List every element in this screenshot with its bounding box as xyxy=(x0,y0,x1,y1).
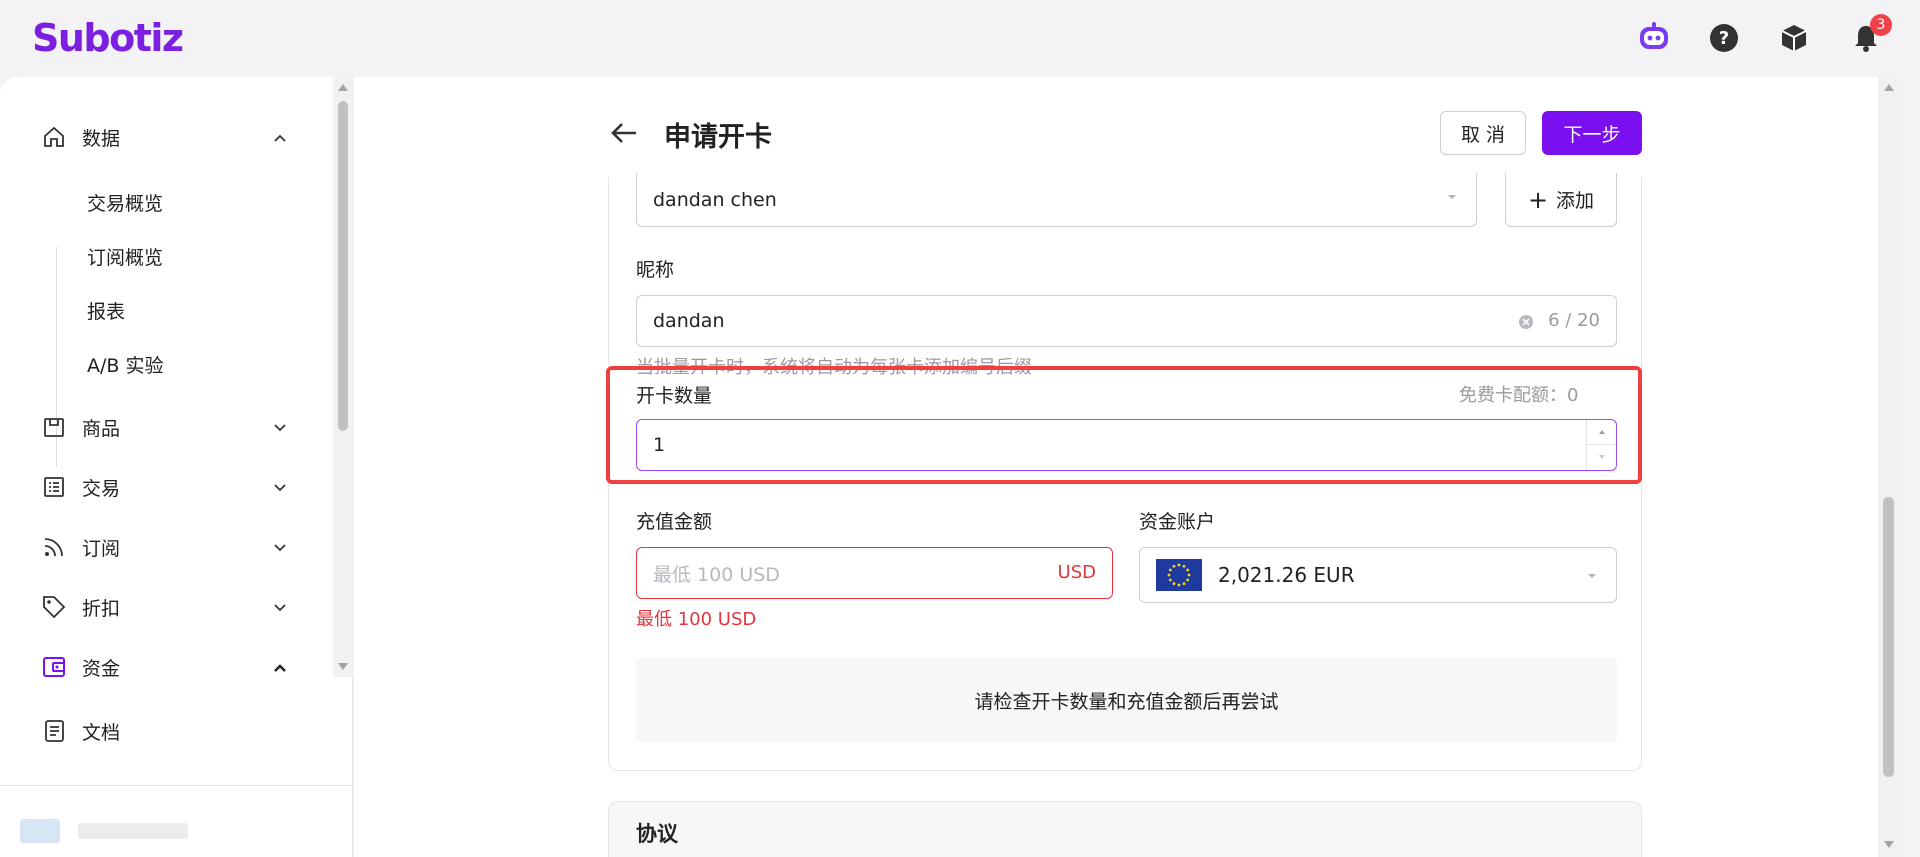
currency-suffix: USD xyxy=(1057,562,1096,583)
sidebar-item-transactions[interactable]: 交易 xyxy=(40,467,300,507)
avatar[interactable] xyxy=(20,819,60,843)
sidebar-footer-divider xyxy=(0,785,353,786)
sidebar-item-label: 文档 xyxy=(82,721,121,744)
nickname-label: 昵称 xyxy=(636,259,675,281)
chevron-down-icon xyxy=(272,479,288,501)
sidebar-item-data[interactable]: 数据 xyxy=(40,117,300,157)
nickname-hint: 当批量开卡时，系统将自动为每张卡添加编号后缀 xyxy=(636,357,1032,378)
home-icon xyxy=(40,123,68,151)
sidebar-item-label: 折扣 xyxy=(82,597,121,620)
sidebar-item-products[interactable]: 商品 xyxy=(40,407,300,447)
cardholder-value: dandan chen xyxy=(653,188,777,211)
card-quantity-input[interactable]: 1 xyxy=(636,419,1617,471)
fund-account-balance: 2,021.26 EUR xyxy=(1218,563,1355,587)
sidebar-item-label: 数据 xyxy=(82,127,121,150)
topup-amount-placeholder: 最低 100 USD xyxy=(653,563,780,586)
nickname-value: dandan xyxy=(653,310,725,332)
back-arrow-icon[interactable] xyxy=(608,117,640,153)
sidebar-item-discounts[interactable]: 折扣 xyxy=(40,587,300,627)
assistant-bot-icon[interactable] xyxy=(1636,20,1672,56)
sidebar-item-subscriptions[interactable]: 订阅 xyxy=(40,527,300,567)
increment-button[interactable] xyxy=(1587,420,1616,445)
fund-account-select[interactable]: 2,021.26 EUR xyxy=(1139,547,1617,603)
scroll-down-arrow-icon[interactable] xyxy=(337,661,349,673)
document-icon xyxy=(40,717,68,745)
sidebar-item-label: 交易 xyxy=(82,477,121,500)
sidebar-subitem-transaction-overview[interactable]: 交易概览 xyxy=(87,189,163,216)
fund-account-label: 资金账户 xyxy=(1139,511,1216,533)
scroll-up-arrow-icon[interactable] xyxy=(1883,81,1895,93)
notification-bell-icon[interactable]: 3 xyxy=(1848,14,1892,56)
sidebar-item-label: 订阅 xyxy=(82,537,121,560)
card-quantity-value: 1 xyxy=(653,434,666,456)
sidebar: 数据 交易概览 订阅概览 报表 A/B 实验 商品 交易 订阅 折扣 资金 文档 xyxy=(0,77,353,857)
topup-amount-input[interactable]: 最低 100 USD USD xyxy=(636,547,1113,599)
card-application-form: dandan chen + 添加 昵称 dandan 6 / 20 当批量开卡时… xyxy=(608,173,1642,771)
caret-down-icon xyxy=(1588,574,1596,578)
agreement-section: 协议 xyxy=(608,801,1642,857)
caret-down-icon xyxy=(1598,455,1605,459)
free-card-quota: 免费卡配额：0 xyxy=(1459,385,1579,406)
page-title: 申请开卡 xyxy=(664,122,772,153)
wallet-icon xyxy=(40,653,68,681)
chevron-down-icon xyxy=(272,599,288,621)
top-bar: Subotiz ? 3 xyxy=(0,0,1920,77)
validation-notice: 请检查开卡数量和充值金额后再尝试 xyxy=(636,657,1617,743)
list-icon xyxy=(40,473,68,501)
cancel-button[interactable]: 取 消 xyxy=(1440,111,1526,155)
sidebar-subitem-ab-test[interactable]: A/B 实验 xyxy=(87,351,163,378)
quantity-stepper[interactable] xyxy=(1586,420,1616,470)
nickname-char-count: 6 / 20 xyxy=(1548,310,1600,331)
app-logo[interactable]: Subotiz xyxy=(32,16,184,60)
tag-icon xyxy=(40,593,68,621)
decrement-button[interactable] xyxy=(1587,445,1616,469)
scroll-up-arrow-icon[interactable] xyxy=(337,81,349,93)
rss-icon xyxy=(40,533,68,561)
package-icon[interactable] xyxy=(1776,20,1812,56)
eu-flag-icon xyxy=(1156,559,1202,591)
chevron-down-icon xyxy=(272,539,288,561)
clear-icon[interactable] xyxy=(1518,313,1534,335)
svg-text:?: ? xyxy=(1719,28,1729,49)
chevron-down-icon xyxy=(272,419,288,441)
account-name-redacted xyxy=(78,823,188,839)
sidebar-item-docs[interactable]: 文档 xyxy=(40,711,300,751)
main-scrollbar[interactable] xyxy=(1878,77,1899,857)
next-step-button[interactable]: 下一步 xyxy=(1542,111,1642,155)
chevron-up-icon xyxy=(272,129,288,151)
caret-down-icon xyxy=(1448,195,1456,199)
main-scrollbar-thumb[interactable] xyxy=(1883,497,1894,777)
cardholder-select[interactable]: dandan chen xyxy=(636,173,1477,227)
sidebar-item-label: 商品 xyxy=(82,417,121,440)
box-icon xyxy=(40,413,68,441)
topup-amount-error: 最低 100 USD xyxy=(636,609,757,630)
sidebar-scrollbar-thumb[interactable] xyxy=(338,101,348,431)
help-icon[interactable]: ? xyxy=(1706,20,1742,56)
main-content: 申请开卡 取 消 下一步 dandan chen + 添加 昵称 dandan … xyxy=(354,77,1899,857)
nickname-input[interactable]: dandan 6 / 20 xyxy=(636,295,1617,347)
sidebar-subitem-reports[interactable]: 报表 xyxy=(87,297,125,324)
caret-up-icon xyxy=(1598,430,1605,434)
sidebar-subitem-subscription-overview[interactable]: 订阅概览 xyxy=(87,243,163,270)
add-label: 添加 xyxy=(1556,190,1595,212)
plus-icon: + xyxy=(1527,185,1549,214)
chevron-up-icon xyxy=(272,659,288,681)
add-cardholder-button[interactable]: + 添加 xyxy=(1505,173,1617,227)
sidebar-scrollbar[interactable] xyxy=(333,77,353,677)
page-header: 申请开卡 取 消 下一步 xyxy=(608,109,1642,157)
notification-badge: 3 xyxy=(1870,14,1892,36)
scroll-down-arrow-icon[interactable] xyxy=(1883,839,1895,851)
card-quantity-label: 开卡数量 xyxy=(636,385,713,407)
sidebar-item-funds[interactable]: 资金 xyxy=(40,647,300,687)
agreement-title: 协议 xyxy=(636,822,678,846)
topup-amount-label: 充值金额 xyxy=(636,511,713,533)
sidebar-item-label: 资金 xyxy=(82,657,121,680)
